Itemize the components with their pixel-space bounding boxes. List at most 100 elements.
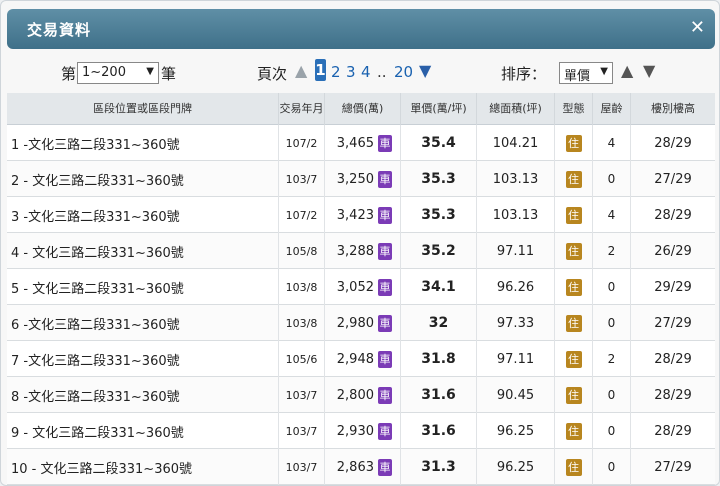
total-price-value: 2,980 xyxy=(336,315,374,331)
page-link-last[interactable]: 20 xyxy=(394,63,413,81)
sort-select[interactable]: 單價 ▼ xyxy=(559,62,613,84)
cell-address: 9 - 文化三路二段331~360號 xyxy=(7,413,279,449)
residential-badge: 住 xyxy=(565,278,582,296)
cell-type: 住 xyxy=(555,269,593,305)
cell-floor: 29/29 xyxy=(654,279,692,295)
residential-badge: 住 xyxy=(565,170,582,188)
sort-desc-icon[interactable]: ▼ xyxy=(643,61,655,80)
page-link-2[interactable]: 2 xyxy=(331,63,341,81)
parking-badge: 車 xyxy=(378,170,392,188)
cell-type: 住 xyxy=(555,413,593,449)
table-row[interactable]: 4 - 文化三路二段331~360號 105/8 3,288 車 35.2 97.11 住 2… xyxy=(7,233,715,269)
cell-age: 4 xyxy=(593,197,631,233)
residential-badge: 住 xyxy=(565,458,582,476)
cell-area: 97.33 xyxy=(477,305,555,341)
parking-badge: 車 xyxy=(378,314,392,332)
total-price-value: 2,800 xyxy=(336,387,374,403)
table-row[interactable]: 5 - 文化三路二段331~360號 103/8 3,052 車 34.1 96.26 住 0… xyxy=(7,269,715,305)
cell-age: 0 xyxy=(593,305,631,341)
range-select[interactable]: 1~200 ▼ xyxy=(77,62,159,84)
cell-total-price: 2,863 車 xyxy=(325,449,401,485)
cell-floor: 27/29 xyxy=(654,459,692,475)
header-floor: 樓別樓高 xyxy=(651,102,695,115)
residential-badge: 住 xyxy=(565,386,582,404)
cell-age: 4 xyxy=(593,125,631,161)
page-link-4[interactable]: 4 xyxy=(361,63,371,81)
table-row[interactable]: 2 - 文化三路二段331~360號 103/7 3,250 車 35.3 103.13 住… xyxy=(7,161,715,197)
cell-unit-price: 35.2 xyxy=(401,233,477,269)
page-label: 頁次 xyxy=(257,65,288,83)
cell-floor: 27/29 xyxy=(654,315,692,331)
close-icon[interactable]: ✕ xyxy=(690,17,705,39)
table-row[interactable]: 8 -文化三路二段331~360號 103/7 2,800 車 31.6 90.45 住 0 2… xyxy=(7,377,715,413)
cell-address: 7 -文化三路二段331~360號 xyxy=(7,341,279,377)
table-row[interactable]: 3 -文化三路二段331~360號 107/2 3,423 車 35.3 103.13 住 4… xyxy=(7,197,715,233)
range-suffix: 筆 xyxy=(161,65,177,83)
cell-area: 104.21 xyxy=(477,125,555,161)
cell-address: 5 - 文化三路二段331~360號 xyxy=(7,269,279,305)
cell-total-price: 2,930 車 xyxy=(325,413,401,449)
header-year-month: 交易年月 xyxy=(279,93,325,125)
cell-address: 4 - 文化三路二段331~360號 xyxy=(7,233,279,269)
residential-badge: 住 xyxy=(565,242,582,260)
cell-total-price: 2,800 車 xyxy=(325,377,401,413)
table-row[interactable]: 7 -文化三路二段331~360號 105/6 2,948 車 31.8 97.11 住 2 2… xyxy=(7,341,715,377)
cell-floor: 28/29 xyxy=(654,387,692,403)
cell-total-price: 3,465 車 xyxy=(325,125,401,161)
cell-floor: 28/29 xyxy=(654,135,692,151)
table-row[interactable]: 1 -文化三路二段331~360號 107/2 3,465 車 35.4 104.21 住 4… xyxy=(7,125,715,161)
residential-badge: 住 xyxy=(565,422,582,440)
page-link-3[interactable]: 3 xyxy=(346,63,356,81)
sort-asc-icon[interactable]: ▲ xyxy=(621,61,633,80)
page-link-1[interactable]: 1 xyxy=(315,59,326,81)
cell-floor: 28/29 xyxy=(654,207,692,223)
parking-badge: 車 xyxy=(378,278,392,296)
table-header: 區段位置或區段門牌 交易年月 總價(萬) 單價(萬/坪) 總面積(坪) 型態 屋… xyxy=(7,93,715,125)
table-row[interactable]: 10 - 文化三路二段331~360號 103/7 2,863 車 31.3 96.25 住… xyxy=(7,449,715,485)
header-total-price: 總價(萬) xyxy=(325,93,401,125)
cell-age: 0 xyxy=(593,449,631,485)
table-row[interactable]: 9 - 文化三路二段331~360號 103/7 2,930 車 31.6 96.25 住 0… xyxy=(7,413,715,449)
cell-year-month: 103/7 xyxy=(279,413,325,449)
cell-age: 2 xyxy=(593,233,631,269)
range-select-value: 1~200 xyxy=(82,65,126,80)
header-address: 區段位置或區段門牌 xyxy=(7,93,279,125)
cell-unit-price: 32 xyxy=(401,305,477,341)
parking-badge: 車 xyxy=(378,350,392,368)
cell-area: 96.25 xyxy=(477,413,555,449)
cell-type: 住 xyxy=(555,197,593,233)
cell-address: 10 - 文化三路二段331~360號 xyxy=(7,449,279,485)
total-price-value: 3,465 xyxy=(336,135,374,151)
parking-badge: 車 xyxy=(378,422,392,440)
residential-badge: 住 xyxy=(565,350,582,368)
cell-total-price: 3,423 車 xyxy=(325,197,401,233)
cell-address: 8 -文化三路二段331~360號 xyxy=(7,377,279,413)
cell-unit-price: 35.4 xyxy=(401,125,477,161)
cell-address: 1 -文化三路二段331~360號 xyxy=(7,125,279,161)
cell-unit-price: 31.6 xyxy=(401,413,477,449)
cell-total-price: 3,052 車 xyxy=(325,269,401,305)
parking-badge: 車 xyxy=(378,386,392,404)
total-price-value: 3,052 xyxy=(336,279,374,295)
cell-year-month: 103/7 xyxy=(279,161,325,197)
cell-year-month: 103/8 xyxy=(279,305,325,341)
residential-badge: 住 xyxy=(565,314,582,332)
cell-unit-price: 35.3 xyxy=(401,161,477,197)
page-prev-icon[interactable]: ▲ xyxy=(295,61,307,80)
cell-total-price: 2,980 車 xyxy=(325,305,401,341)
cell-area: 90.45 xyxy=(477,377,555,413)
cell-age: 2 xyxy=(593,341,631,377)
page-next-icon[interactable]: ▼ xyxy=(419,61,431,80)
cell-year-month: 103/7 xyxy=(279,449,325,485)
parking-badge: 車 xyxy=(378,206,392,224)
cell-year-month: 103/8 xyxy=(279,269,325,305)
cell-total-price: 3,288 車 xyxy=(325,233,401,269)
cell-address: 3 -文化三路二段331~360號 xyxy=(7,197,279,233)
header-unit-price: 單價(萬/坪) xyxy=(401,93,477,125)
cell-area: 103.13 xyxy=(477,197,555,233)
table-row[interactable]: 6 -文化三路二段331~360號 103/8 2,980 車 32 97.33 住 0 27/… xyxy=(7,305,715,341)
cell-floor: 26/29 xyxy=(654,243,692,259)
cell-area: 96.25 xyxy=(477,449,555,485)
total-price-value: 2,930 xyxy=(336,423,374,439)
cell-floor: 28/29 xyxy=(654,423,692,439)
